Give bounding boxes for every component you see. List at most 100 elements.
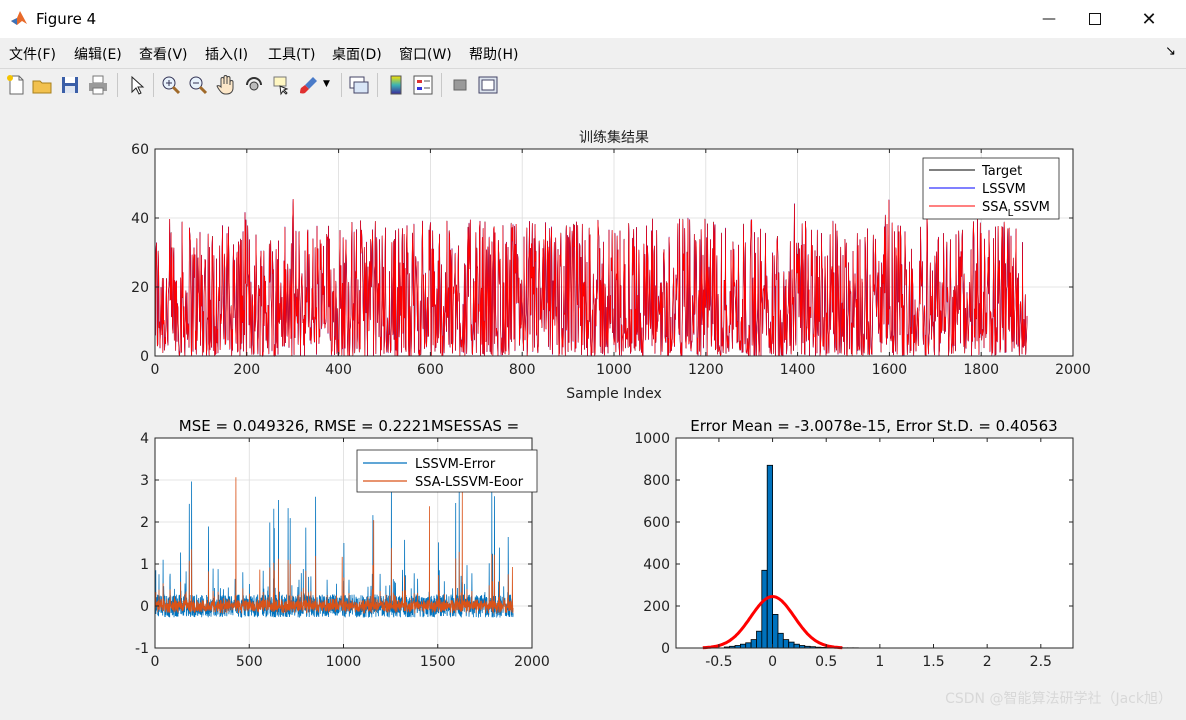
maximize-icon — [1089, 13, 1101, 25]
chart-title-error: MSE = 0.049326, RMSE = 0.2221MSESSAS = — [179, 417, 520, 435]
rotate-3d-icon[interactable] — [243, 74, 265, 96]
menu-tools[interactable]: 工具(T) — [268, 44, 315, 64]
open-file-icon[interactable] — [31, 74, 53, 96]
matlab-logo-icon — [10, 9, 28, 27]
histogram-bar — [778, 633, 783, 648]
legend-label-ssa-lssvm-error: SSA-LSSVM-Eoor — [415, 475, 524, 490]
y-tick-label: 2 — [140, 515, 149, 531]
zoom-out-icon[interactable] — [187, 74, 209, 96]
histogram-bar — [789, 642, 794, 648]
menu-window[interactable]: 窗口(W) — [399, 44, 452, 64]
maximize-button[interactable] — [1072, 0, 1118, 38]
link-plot-icon[interactable] — [348, 74, 370, 96]
data-cursor-icon[interactable] — [271, 74, 293, 96]
x-tick-label: 2.5 — [1030, 654, 1052, 670]
x-tick-label: 1.5 — [922, 654, 944, 670]
y-tick-label: 200 — [643, 599, 670, 615]
title-bar: Figure 4 — ✕ — [0, 0, 1186, 38]
x-tick-label: 0 — [151, 362, 160, 378]
zoom-in-icon[interactable] — [160, 74, 182, 96]
figure-canvas: 0200400600800100012001400160018002000020… — [0, 101, 1186, 716]
close-button[interactable]: ✕ — [1126, 0, 1172, 38]
x-axis-label-sample-index: Sample Index — [566, 386, 661, 402]
x-tick-label: 0.5 — [815, 654, 837, 670]
menu-desktop[interactable]: 桌面(D) — [332, 44, 382, 64]
y-tick-label: 60 — [131, 142, 149, 158]
y-tick-label: 1000 — [634, 431, 670, 447]
menu-help[interactable]: 帮助(H) — [469, 44, 518, 64]
save-icon[interactable] — [59, 74, 81, 96]
histogram-bar — [783, 640, 788, 648]
y-tick-label: 3 — [140, 473, 149, 489]
menu-insert[interactable]: 插入(I) — [205, 44, 248, 64]
x-tick-label: 1 — [875, 654, 884, 670]
window-title: Figure 4 — [36, 10, 96, 28]
histogram-bar — [751, 640, 756, 648]
x-tick-label: -0.5 — [705, 654, 732, 670]
x-tick-label: 2000 — [514, 654, 550, 670]
x-tick-label: 1000 — [326, 654, 362, 670]
y-tick-label: 20 — [131, 280, 149, 296]
axes-training-results[interactable]: 0200400600800100012001400160018002000020… — [131, 129, 1091, 402]
pan-icon[interactable] — [215, 74, 237, 96]
x-tick-label: 1800 — [963, 362, 999, 378]
x-tick-label: 600 — [417, 362, 444, 378]
y-tick-label: -1 — [135, 641, 149, 657]
menu-bar: 文件(F) 编辑(E) 查看(V) 插入(I) 工具(T) 桌面(D) 窗口(W… — [0, 38, 1186, 68]
menu-file[interactable]: 文件(F) — [9, 44, 56, 64]
menu-view[interactable]: 查看(V) — [139, 44, 188, 64]
y-tick-label: 1 — [140, 557, 149, 573]
x-tick-label: 1200 — [688, 362, 724, 378]
pointer-icon[interactable] — [125, 74, 147, 96]
legend-label-lssvm: LSSVM — [982, 182, 1026, 197]
chart-title-training: 训练集结果 — [579, 129, 649, 146]
minimize-button[interactable]: — — [1026, 0, 1072, 38]
histogram-bar — [767, 465, 772, 648]
minimize-icon: — — [1042, 11, 1056, 27]
x-tick-label: 0 — [768, 654, 777, 670]
y-tick-label: 0 — [140, 349, 149, 365]
x-tick-label: 800 — [509, 362, 536, 378]
y-tick-label: 40 — [131, 211, 149, 227]
y-tick-label: 800 — [643, 473, 670, 489]
y-tick-label: 400 — [643, 557, 670, 573]
chart-title-histogram: Error Mean = -3.0078e-15, Error St.D. = … — [690, 417, 1057, 435]
figure-axes-svg[interactable]: 0200400600800100012001400160018002000020… — [0, 101, 1186, 716]
y-tick-label: 4 — [140, 431, 149, 447]
figure-toolbar: ▼ — [0, 68, 1186, 102]
histogram-bar — [794, 644, 799, 648]
histogram-bar — [773, 614, 778, 648]
x-tick-label: 0 — [151, 654, 160, 670]
close-icon: ✕ — [1141, 9, 1156, 30]
histogram-bar — [740, 644, 745, 648]
x-tick-label: 1500 — [420, 654, 456, 670]
x-tick-label: 400 — [325, 362, 352, 378]
axes-error-curves[interactable]: 0500100015002000-101234 MSE = 0.049326, … — [135, 417, 550, 670]
x-tick-label: 1400 — [780, 362, 816, 378]
colorbar-icon[interactable] — [385, 74, 407, 96]
legend-label-target: Target — [981, 164, 1022, 179]
new-figure-icon[interactable] — [5, 74, 27, 96]
axes-error-histogram[interactable]: -0.500.511.522.502004006008001000 Error … — [634, 417, 1073, 670]
print-icon[interactable] — [87, 74, 109, 96]
legend-icon[interactable] — [412, 74, 434, 96]
x-tick-label: 500 — [236, 654, 263, 670]
y-tick-label: 600 — [643, 515, 670, 531]
dock-arrow-icon[interactable]: ↘ — [1165, 44, 1176, 59]
histogram-bar — [757, 631, 762, 648]
menu-edit[interactable]: 编辑(E) — [74, 44, 122, 64]
legend-training[interactable]: Target LSSVM SSALSSVM — [923, 158, 1059, 219]
histogram-bar — [746, 643, 751, 648]
x-tick-label: 1600 — [872, 362, 908, 378]
legend-label-lssvm-error: LSSVM-Error — [415, 457, 496, 472]
x-tick-label: 2 — [983, 654, 992, 670]
watermark-text: CSDN @智能算法研学社（Jack旭） — [945, 688, 1172, 708]
brush-icon[interactable] — [298, 74, 320, 96]
legend-error[interactable]: LSSVM-Error SSA-LSSVM-Eoor — [357, 450, 537, 492]
y-tick-label: 0 — [140, 599, 149, 615]
x-tick-label: 200 — [233, 362, 260, 378]
histogram-bar — [762, 570, 767, 648]
show-plot-tools-icon[interactable] — [477, 74, 499, 96]
hide-plot-tools-icon[interactable] — [449, 74, 471, 96]
x-tick-label: 1000 — [596, 362, 632, 378]
